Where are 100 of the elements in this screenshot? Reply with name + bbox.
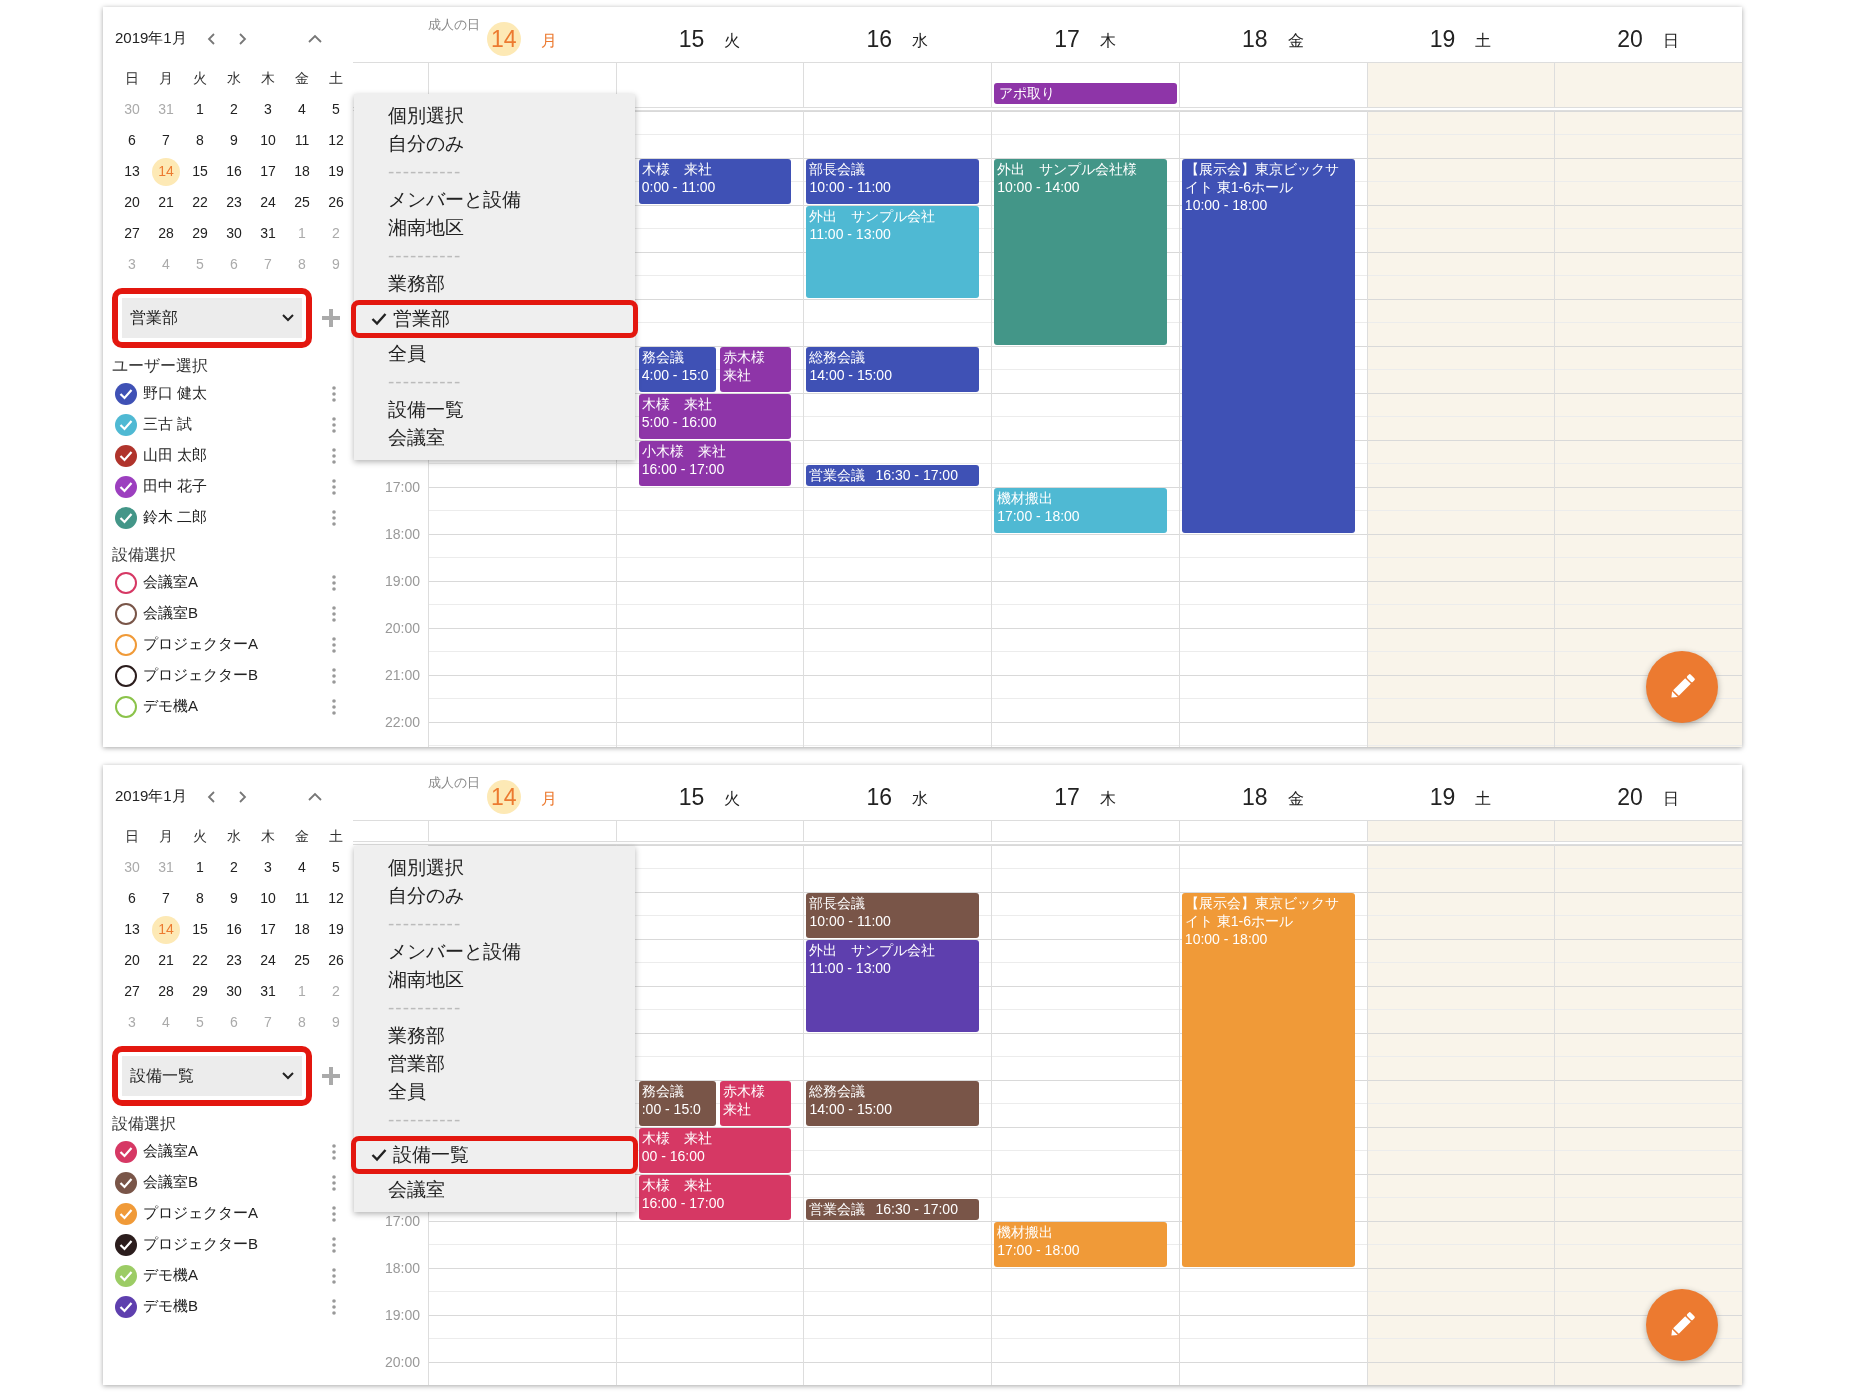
calendar-day[interactable]: 4 [285,94,319,125]
calendar-day[interactable]: 11 [285,125,319,156]
calendar-day[interactable]: 3 [251,852,285,883]
calendar-day[interactable]: 6 [115,883,149,914]
calendar-day[interactable]: 31 [251,976,285,1007]
calendar-day[interactable]: 4 [285,852,319,883]
calendar-event[interactable]: 総務会議 14:00 - 15:00 [806,1081,980,1126]
calendar-event[interactable]: 外出 サンプル会社様 10:00 - 14:00 [994,159,1167,345]
calendar-day[interactable]: 26 [319,945,353,976]
calendar-event[interactable]: 木様 来社 16:00 - 17:00 [638,1175,792,1220]
calendar-day[interactable]: 12 [319,125,353,156]
calendar-event[interactable]: 部長会議 10:00 - 11:00 [806,159,980,204]
calendar-event[interactable]: 外出 サンプル会社 11:00 - 13:00 [806,940,980,1032]
calendar-day[interactable]: 18 [285,156,319,187]
all-day-event[interactable]: アポ取り [994,83,1177,104]
calendar-day[interactable]: 16 [217,914,251,945]
calendar-day[interactable]: 13 [115,914,149,945]
menu-item[interactable]: 設備一覧 [354,396,635,424]
calendar-day[interactable]: 7 [149,883,183,914]
check-circle[interactable] [115,475,137,498]
calendar-day[interactable]: 17 [251,914,285,945]
calendar-event[interactable]: 赤木様来社 [719,347,792,392]
calendar-event[interactable]: 赤木様来社 [719,1081,792,1126]
calendar-day[interactable]: 28 [149,976,183,1007]
calendar-event[interactable]: 木様 来社 5:00 - 16:00 [638,394,792,439]
calendar-day[interactable]: 29 [183,976,217,1007]
menu-item[interactable]: 湘南地区 [354,966,635,994]
menu-item[interactable]: 個別選択 [354,102,635,130]
check-circle[interactable] [115,1264,137,1287]
check-circle[interactable] [115,506,137,529]
check-circle[interactable] [115,571,137,594]
menu-item[interactable]: 業務部 [354,1022,635,1050]
calendar-event[interactable]: 務会議 4:00 - 15:0 [638,347,716,392]
calendar-day[interactable]: 5 [319,852,353,883]
calendar-day[interactable]: 26 [319,187,353,218]
calendar-day[interactable]: 1 [183,852,217,883]
group-select[interactable]: 設備一覧 [122,1056,302,1096]
calendar-day[interactable]: 28 [149,218,183,249]
check-circle[interactable] [115,382,137,405]
calendar-day[interactable]: 19 [319,156,353,187]
calendar-day[interactable]: 12 [319,883,353,914]
check-circle[interactable] [115,664,137,687]
calendar-day[interactable]: 8 [183,125,217,156]
calendar-day[interactable]: 27 [115,976,149,1007]
menu-item[interactable]: 個別選択 [354,854,635,882]
menu-item[interactable]: 全員 [354,1078,635,1106]
menu-item[interactable]: 業務部 [354,270,635,298]
check-circle[interactable] [115,1140,137,1163]
calendar-event[interactable]: 営業会議 16:30 - 17:00 [806,1198,980,1220]
menu-item[interactable]: 営業部 [359,305,633,333]
calendar-day[interactable]: 27 [115,218,149,249]
calendar-day[interactable]: 9 [217,883,251,914]
menu-item[interactable]: メンバーと設備 [354,938,635,966]
check-circle[interactable] [115,602,137,625]
calendar-day[interactable]: 22 [183,945,217,976]
calendar-day[interactable]: 25 [285,945,319,976]
calendar-day[interactable]: 10 [251,125,285,156]
calendar-day[interactable]: 2 [217,852,251,883]
menu-item[interactable]: 全員 [354,340,635,368]
calendar-event[interactable]: 小木様 来社 16:00 - 17:00 [638,441,792,486]
menu-item[interactable]: 会議室 [354,1176,635,1204]
menu-item[interactable]: 設備一覧 [359,1141,633,1169]
check-circle[interactable] [115,1295,137,1318]
calendar-day[interactable]: 19 [319,914,353,945]
check-circle[interactable] [115,413,137,436]
calendar-day[interactable]: 25 [285,187,319,218]
calendar-day[interactable]: 29 [183,218,217,249]
calendar-day[interactable]: 7 [149,125,183,156]
calendar-day[interactable]: 8 [183,883,217,914]
calendar-event[interactable]: 営業会議 16:30 - 17:00 [806,464,980,486]
calendar-day[interactable]: 30 [217,976,251,1007]
calendar-day[interactable]: 16 [217,156,251,187]
check-circle[interactable] [115,633,137,656]
calendar-event[interactable]: 【展示会】東京ビックサイト 東1-6ホール 10:00 - 18:00 [1181,159,1355,533]
calendar-day[interactable]: 24 [251,187,285,218]
calendar-event[interactable]: 総務会議 14:00 - 15:00 [806,347,980,392]
calendar-day[interactable]: 10 [251,883,285,914]
calendar-day[interactable]: 17 [251,156,285,187]
menu-item[interactable]: 湘南地区 [354,214,635,242]
calendar-day[interactable]: 21 [149,945,183,976]
calendar-day[interactable]: 20 [115,187,149,218]
check-circle[interactable] [115,444,137,467]
calendar-day[interactable]: 9 [217,125,251,156]
menu-item[interactable]: 営業部 [354,1050,635,1078]
calendar-event[interactable]: 部長会議 10:00 - 11:00 [806,893,980,938]
calendar-day[interactable]: 13 [115,156,149,187]
calendar-day[interactable]: 23 [217,187,251,218]
menu-item[interactable]: 自分のみ [354,882,635,910]
check-circle[interactable] [115,1233,137,1256]
calendar-day[interactable]: 23 [217,945,251,976]
calendar-day[interactable]: 6 [115,125,149,156]
calendar-event[interactable]: 木様 来社 0:00 - 11:00 [638,159,792,204]
group-select[interactable]: 営業部 [122,298,302,338]
check-circle[interactable] [115,695,137,718]
calendar-day[interactable]: 3 [251,94,285,125]
menu-item[interactable]: メンバーと設備 [354,186,635,214]
calendar-day[interactable]: 20 [115,945,149,976]
calendar-day[interactable]: 21 [149,187,183,218]
calendar-event[interactable]: 務会議 :00 - 15:0 [638,1081,716,1126]
calendar-day[interactable]: 11 [285,883,319,914]
